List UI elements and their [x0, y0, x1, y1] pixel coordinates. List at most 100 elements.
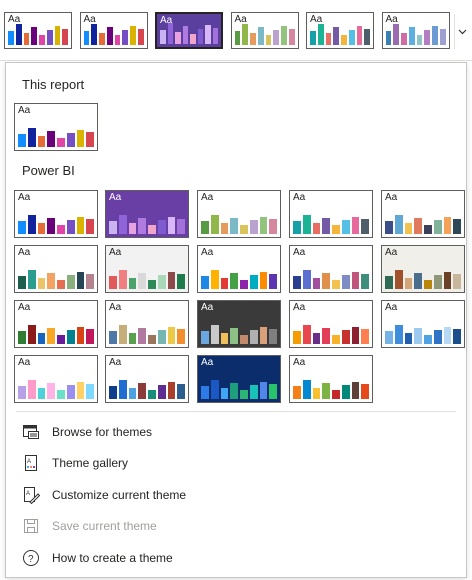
- theme-color-swatch: [106, 27, 113, 45]
- theme-color-swatch: [57, 390, 65, 399]
- theme-tile-aa-label: Aa: [109, 357, 122, 368]
- theme-tile-aa-label: Aa: [293, 357, 306, 368]
- theme-color-swatch: [453, 219, 461, 234]
- theme-color-swatch: [265, 35, 272, 45]
- theme-color-swatch: [182, 26, 188, 44]
- theme-color-bars: [201, 214, 277, 234]
- theme-color-swatch: [230, 328, 238, 344]
- theme-color-swatch: [393, 24, 399, 45]
- theme-tile[interactable]: Aa: [289, 190, 373, 238]
- theme-color-swatch: [138, 273, 146, 289]
- browse-for-themes-menu-item[interactable]: Browse for themes: [16, 419, 456, 445]
- theme-color-swatch: [269, 219, 277, 234]
- theme-color-swatch: [325, 32, 332, 45]
- theme-color-swatch: [394, 270, 403, 289]
- theme-color-swatch: [167, 217, 176, 234]
- theme-tile[interactable]: Aa: [14, 355, 98, 403]
- theme-tile[interactable]: Aa: [14, 245, 98, 293]
- theme-color-swatch: [433, 330, 442, 344]
- theme-tile[interactable]: Aa: [381, 190, 465, 238]
- theme-color-bars: [385, 214, 461, 234]
- theme-tile[interactable]: Aa: [14, 103, 98, 151]
- theme-tile[interactable]: Aa: [155, 12, 223, 49]
- theme-tile[interactable]: Aa: [289, 245, 373, 293]
- theme-color-swatch: [259, 327, 268, 344]
- theme-tile-aa-label: Aa: [18, 357, 31, 368]
- theme-tile-aa-label: Aa: [109, 192, 122, 203]
- theme-tile-aa-label: Aa: [18, 247, 31, 258]
- theme-color-swatch: [341, 330, 350, 344]
- theme-tile[interactable]: Aa: [289, 355, 373, 403]
- theme-color-swatch: [249, 220, 258, 234]
- theme-color-swatch: [220, 223, 229, 234]
- theme-color-swatch: [210, 215, 219, 234]
- theme-tile-aa-label: Aa: [18, 105, 31, 116]
- theme-color-bars: [18, 214, 94, 234]
- theme-color-swatch: [157, 275, 166, 289]
- customize-current-theme-menu-item[interactable]: A Customize current theme: [16, 482, 456, 508]
- theme-color-swatch: [385, 331, 393, 344]
- menu-item-label: Browse for themes: [52, 425, 153, 439]
- theme-tile[interactable]: Aa: [79, 12, 148, 49]
- theme-color-swatch: [249, 385, 258, 399]
- theme-color-swatch: [293, 386, 301, 399]
- theme-color-swatch: [293, 221, 301, 234]
- theme-color-swatch: [443, 272, 452, 289]
- theme-color-swatch: [18, 276, 26, 289]
- theme-tile[interactable]: Aa: [105, 300, 189, 348]
- theme-tile[interactable]: Aa: [105, 190, 189, 238]
- theme-tile[interactable]: Aa: [306, 12, 374, 49]
- theme-color-bars: [310, 23, 370, 45]
- theme-color-swatch: [293, 331, 301, 344]
- save-current-theme-menu-item[interactable]: Save current theme: [16, 513, 456, 539]
- theme-color-swatch: [86, 132, 94, 147]
- theme-color-swatch: [128, 223, 137, 234]
- theme-color-swatch: [230, 218, 238, 234]
- theme-color-swatch: [128, 278, 137, 289]
- theme-tile[interactable]: Aa: [197, 190, 281, 238]
- theme-tile[interactable]: Aa: [105, 245, 189, 293]
- theme-color-bars: [160, 22, 218, 44]
- theme-tile[interactable]: Aa: [197, 355, 281, 403]
- theme-tile[interactable]: Aa: [105, 355, 189, 403]
- theme-color-swatch: [201, 276, 209, 289]
- theme-tile[interactable]: Aa: [381, 245, 465, 293]
- theme-tile[interactable]: Aa: [381, 300, 465, 348]
- theme-color-swatch: [341, 35, 347, 45]
- gallery-expand-button[interactable]: [454, 14, 469, 49]
- theme-tile[interactable]: Aa: [289, 300, 373, 348]
- theme-tile[interactable]: Aa: [14, 300, 98, 348]
- theme-color-swatch: [167, 382, 176, 399]
- theme-color-swatch: [201, 331, 209, 344]
- theme-color-swatch: [138, 383, 146, 399]
- theme-color-swatch: [18, 386, 26, 399]
- theme-color-swatch: [109, 331, 117, 344]
- theme-color-swatch: [361, 274, 369, 289]
- theme-color-swatch: [47, 131, 55, 147]
- theme-tile[interactable]: Aa: [197, 245, 281, 293]
- theme-color-swatch: [240, 225, 248, 234]
- theme-color-swatch: [332, 335, 340, 344]
- divider: [16, 411, 456, 412]
- theme-color-swatch: [47, 218, 55, 234]
- how-to-create-theme-menu-item[interactable]: ? How to create a theme: [16, 545, 456, 571]
- theme-tile-aa-label: Aa: [385, 192, 398, 203]
- theme-color-swatch: [249, 330, 258, 344]
- theme-color-swatch: [443, 217, 452, 234]
- theme-gallery-menu-item[interactable]: A Theme gallery: [16, 450, 456, 476]
- theme-color-swatch: [160, 29, 166, 44]
- menu-item-label: Save current theme: [52, 519, 157, 533]
- theme-color-swatch: [167, 23, 173, 44]
- theme-tile[interactable]: Aa: [197, 300, 281, 348]
- theme-tile-aa-label: Aa: [293, 302, 306, 313]
- theme-tile[interactable]: Aa: [14, 190, 98, 238]
- theme-color-swatch: [197, 28, 203, 44]
- theme-tile[interactable]: Aa: [230, 12, 299, 49]
- theme-color-swatch: [128, 333, 137, 344]
- theme-color-swatch: [157, 385, 166, 399]
- theme-color-swatch: [27, 128, 36, 147]
- theme-tile-aa-label: Aa: [293, 247, 306, 258]
- theme-tile[interactable]: Aa: [381, 12, 450, 49]
- theme-tile[interactable]: Aa: [4, 12, 72, 49]
- theme-color-swatch: [408, 27, 415, 45]
